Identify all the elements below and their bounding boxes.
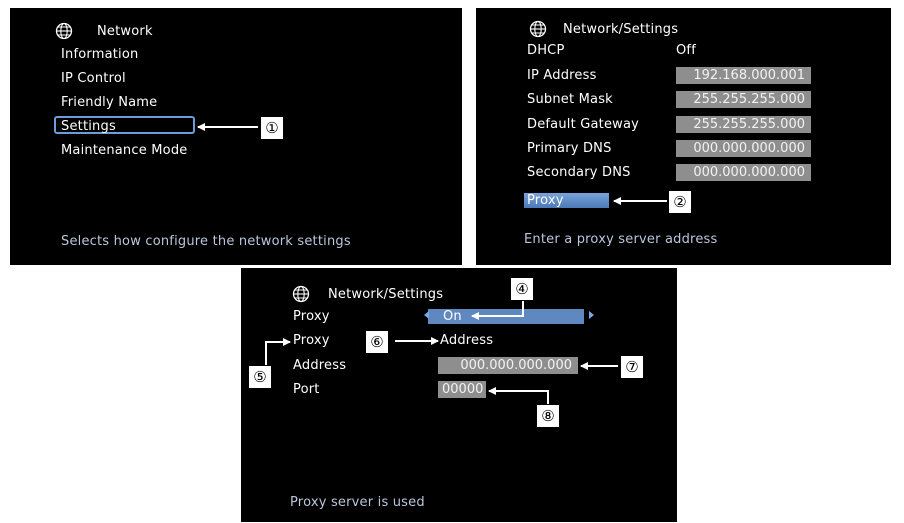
callout-6: ⑥	[365, 330, 389, 354]
callout-1: ①	[260, 116, 284, 140]
callout-2: ②	[668, 190, 692, 214]
callout-5: ⑤	[248, 365, 272, 389]
callout-8: ⑧	[536, 404, 560, 428]
callout-arrow-8	[488, 387, 549, 404]
callout-arrows	[197, 123, 667, 404]
callout-arrow-4	[471, 300, 524, 320]
callout-7: ⑦	[620, 355, 644, 379]
callout-4: ④	[510, 277, 534, 301]
callout-arrow-5	[265, 338, 291, 365]
